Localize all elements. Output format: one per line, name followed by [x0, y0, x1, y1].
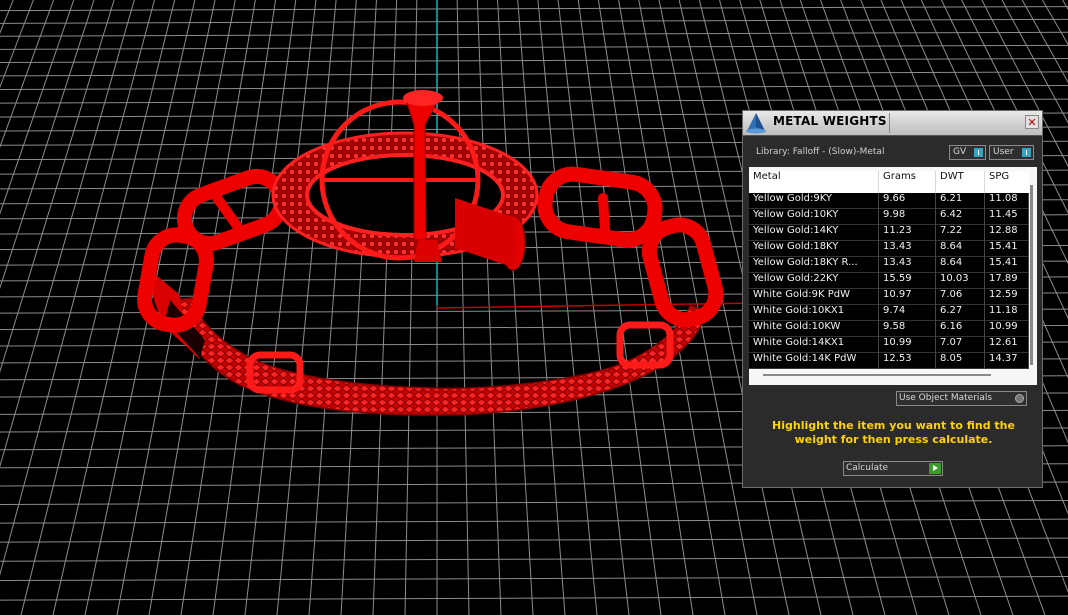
cell-spg: 11.08	[985, 193, 1029, 209]
cell-metal: Yellow Gold:22KY	[749, 273, 879, 289]
play-arrow-icon	[929, 463, 941, 474]
user-toggle[interactable]: User	[989, 145, 1034, 160]
cell-spg: 11.45	[985, 209, 1029, 225]
cell-grams: 13.43	[879, 241, 936, 257]
cell-dwt: 6.27	[936, 305, 985, 321]
cell-grams: 15.59	[879, 273, 936, 289]
table-row[interactable]: White Gold:10KW 9.58 6.16 10.99	[749, 321, 1029, 337]
cell-dwt: 8.64	[936, 241, 985, 257]
cell-spg: 10.99	[985, 321, 1029, 337]
panel-title-bar[interactable]: METAL WEIGHTS ✕	[743, 111, 1042, 136]
cell-metal: White Gold:14K PdW	[749, 353, 879, 369]
cell-dwt: 6.42	[936, 209, 985, 225]
calculate-button[interactable]: Calculate	[843, 461, 943, 476]
cell-grams: 11.23	[879, 225, 936, 241]
cell-grams: 12.53	[879, 353, 936, 369]
pave-oval-clasp	[271, 90, 539, 271]
instruction-text: Highlight the item you want to find the …	[772, 419, 1015, 446]
bracelet-band	[150, 270, 706, 416]
cell-grams: 10.97	[879, 289, 936, 305]
table-row[interactable]: White Gold:14KX1 10.99 7.07 12.61	[749, 337, 1029, 353]
cell-dwt: 6.21	[936, 193, 985, 209]
gv-toggle[interactable]: GV	[949, 145, 986, 160]
cell-metal: White Gold:14KX1	[749, 337, 879, 353]
cell-metal: Yellow Gold:18KY	[749, 241, 879, 257]
use-object-materials-label: Use Object Materials	[899, 393, 993, 403]
table-row[interactable]: White Gold:10KX1 9.74 6.27 11.18	[749, 305, 1029, 321]
cell-metal: White Gold:10KW	[749, 321, 879, 337]
cell-dwt: 8.05	[936, 353, 985, 369]
header-grams[interactable]: Grams	[879, 171, 936, 193]
table-header: Metal Grams DWT SPG	[749, 171, 1029, 193]
cell-grams: 9.98	[879, 209, 936, 225]
cell-metal: Yellow Gold:10KY	[749, 209, 879, 225]
toggle-indicator-icon	[1022, 148, 1031, 157]
table-row[interactable]: Yellow Gold:22KY 15.59 10.03 17.89	[749, 273, 1029, 289]
title-separator	[889, 113, 890, 133]
toggle-indicator-icon	[974, 148, 983, 157]
cell-dwt: 7.07	[936, 337, 985, 353]
cell-spg: 12.61	[985, 337, 1029, 353]
header-dwt[interactable]: DWT	[936, 171, 985, 193]
cell-metal: Yellow Gold:14KY	[749, 225, 879, 241]
cell-spg: 11.18	[985, 305, 1029, 321]
cell-metal: Yellow Gold:9KY	[749, 193, 879, 209]
cell-dwt: 8.64	[936, 257, 985, 273]
library-label: Library: Falloff - (Slow)-Metal	[756, 147, 885, 157]
rhino-pyramid-icon	[746, 113, 766, 134]
cell-dwt: 10.03	[936, 273, 985, 289]
cell-grams: 10.99	[879, 337, 936, 353]
cell-spg: 14.37	[985, 353, 1029, 369]
cell-dwt: 7.22	[936, 225, 985, 241]
cell-grams: 13.43	[879, 257, 936, 273]
cell-dwt: 6.16	[936, 321, 985, 337]
table-row[interactable]: White Gold:9K PdW 10.97 7.06 12.59	[749, 289, 1029, 305]
cell-grams: 9.66	[879, 193, 936, 209]
close-icon[interactable]: ✕	[1025, 115, 1039, 129]
table-row[interactable]: White Gold:14K PdW 12.53 8.05 14.37	[749, 353, 1029, 369]
vertical-scrollbar[interactable]	[1030, 185, 1033, 365]
cell-grams: 9.74	[879, 305, 936, 321]
cell-spg: 15.41	[985, 257, 1029, 273]
table-row[interactable]: Yellow Gold:9KY 9.66 6.21 11.08	[749, 193, 1029, 209]
metal-weights-table[interactable]: Metal Grams DWT SPG Yellow Gold:9KY 9.66 6…	[749, 167, 1037, 385]
radio-knob-icon	[1015, 394, 1024, 403]
cell-spg: 12.88	[985, 225, 1029, 241]
header-metal[interactable]: Metal	[749, 171, 879, 193]
header-spg[interactable]: SPG	[985, 171, 1029, 193]
table-row[interactable]: Yellow Gold:18KY 13.43 8.64 15.41	[749, 241, 1029, 257]
calculate-label: Calculate	[846, 463, 889, 473]
metal-weights-panel: METAL WEIGHTS ✕ Library: Falloff - (Slow…	[742, 110, 1043, 488]
gv-toggle-label: GV	[953, 147, 967, 157]
chain-right	[537, 166, 724, 328]
cell-spg: 17.89	[985, 273, 1029, 289]
cell-metal: White Gold:10KX1	[749, 305, 879, 321]
cell-spg: 15.41	[985, 241, 1029, 257]
cell-metal: White Gold:9K PdW	[749, 289, 879, 305]
cell-dwt: 7.06	[936, 289, 985, 305]
use-object-materials-toggle[interactable]: Use Object Materials	[896, 391, 1027, 406]
table-row[interactable]: Yellow Gold:14KY 11.23 7.22 12.88	[749, 225, 1029, 241]
table-row[interactable]: Yellow Gold:18KY R... 13.43 8.64 15.41	[749, 257, 1029, 273]
table-row[interactable]: Yellow Gold:10KY 9.98 6.42 11.45	[749, 209, 1029, 225]
cell-metal: Yellow Gold:18KY R...	[749, 257, 879, 273]
horizontal-scrollbar[interactable]	[763, 374, 991, 376]
panel-title: METAL WEIGHTS	[773, 114, 887, 128]
cell-spg: 12.59	[985, 289, 1029, 305]
user-toggle-label: User	[993, 147, 1014, 157]
cell-grams: 9.58	[879, 321, 936, 337]
